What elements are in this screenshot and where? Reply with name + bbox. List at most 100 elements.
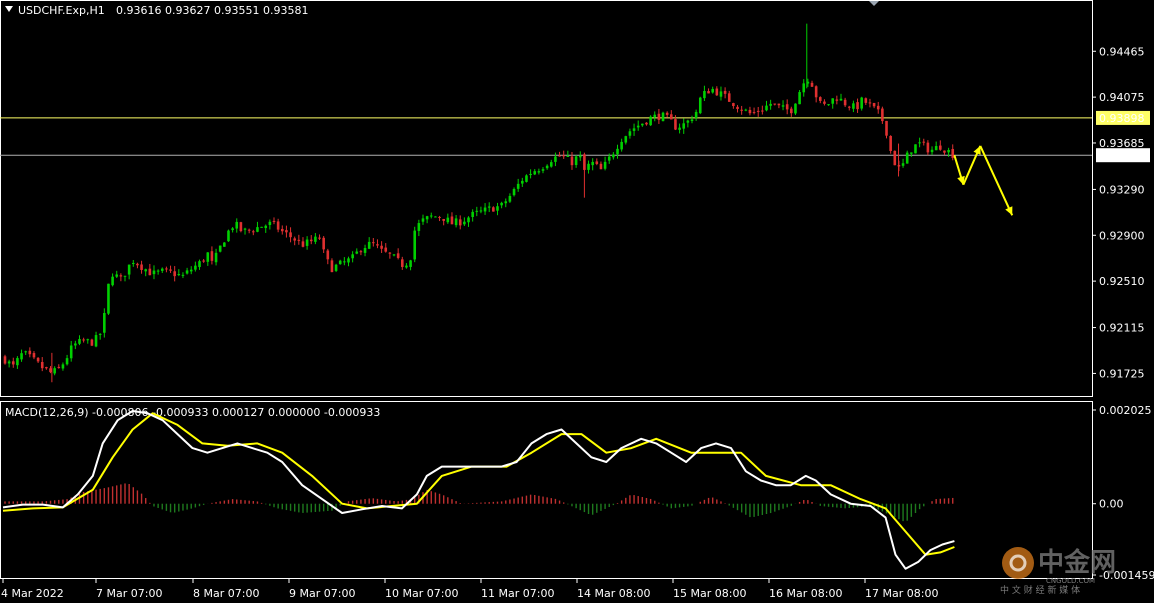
symbol-label: USDCHF.Exp,H1 [18, 4, 105, 17]
macd-tick-label: 0.002025 [1099, 404, 1152, 417]
candle [781, 100, 785, 111]
candle [409, 259, 412, 271]
candle [636, 120, 640, 131]
candle [144, 268, 148, 277]
time-tick-label: 4 Mar 2022 [1, 587, 64, 600]
price-tick-label: 0.92510 [1099, 275, 1145, 288]
candle [359, 250, 363, 256]
candle [367, 237, 371, 250]
candle [641, 123, 644, 127]
projection-arrow-2[interactable] [962, 145, 982, 186]
candle [65, 354, 69, 366]
cngold-watermark: 中金网 CNGOLD.COM 中 文 财 经 新 媒 体 [998, 525, 1148, 596]
candle [78, 335, 81, 346]
candle [674, 115, 677, 131]
candle [649, 115, 652, 126]
candle [173, 266, 176, 282]
watermark-tagline: 中 文 财 经 新 媒 体 [1000, 584, 1080, 595]
candle [417, 219, 421, 237]
candle [252, 229, 255, 236]
candle [628, 128, 632, 139]
candle [454, 215, 458, 228]
chart-canvas[interactable]: USDCHF.Exp,H1 0.93616 0.93627 0.93551 0.… [0, 0, 1154, 603]
candle [831, 98, 835, 109]
candle [595, 158, 599, 166]
candle [181, 272, 185, 279]
candle [653, 111, 657, 122]
candle [314, 233, 317, 245]
candle [256, 221, 259, 233]
candle [318, 234, 321, 240]
candle [951, 144, 955, 161]
candle [574, 155, 578, 168]
candle [227, 229, 230, 242]
candle [549, 159, 553, 168]
candle [661, 111, 665, 122]
candle [57, 364, 61, 369]
candle [500, 201, 503, 209]
dropdown-triangle-icon[interactable] [5, 6, 13, 12]
candle [206, 252, 210, 266]
time-axis: 4 Mar 2022 7 Mar 07:00 8 Mar 07:00 9 Mar 07… [1, 579, 938, 600]
time-tick-label: 17 Mar 08:00 [865, 587, 938, 600]
candle [521, 177, 524, 187]
candle [20, 349, 23, 362]
candle [479, 206, 483, 214]
candle [578, 151, 582, 161]
candle [140, 260, 143, 274]
candle [293, 236, 296, 246]
macd-tick-label: 0.00 [1099, 498, 1124, 511]
candle [794, 103, 797, 116]
macd-readout: MACD(12,26,9) -0.000806 -0.000933 0.0001… [5, 406, 380, 419]
candle [11, 357, 15, 368]
candle [512, 187, 516, 197]
candle [305, 236, 309, 250]
projection-arrows [953, 145, 1014, 216]
candle [189, 266, 193, 275]
candle [268, 219, 272, 230]
candle [123, 275, 127, 282]
macd-lines [2, 410, 955, 570]
candle [603, 156, 607, 171]
candle [802, 79, 806, 97]
candle [657, 108, 661, 124]
candle [814, 85, 818, 103]
candle [827, 104, 830, 106]
candle [632, 123, 636, 136]
candle [3, 354, 7, 365]
candle [537, 168, 541, 175]
candle [7, 359, 11, 368]
projection-arrow-1[interactable] [953, 154, 965, 186]
candle [45, 366, 48, 370]
candle [943, 150, 946, 156]
watermark-domain: CNGOLD.COM [1046, 577, 1095, 585]
candle [612, 152, 615, 160]
candle [392, 254, 396, 257]
candle [839, 93, 843, 101]
candle [32, 351, 36, 360]
candle [438, 215, 441, 222]
candle [152, 265, 156, 280]
candle [727, 90, 731, 102]
candle [276, 218, 280, 233]
candle [413, 226, 417, 263]
candle [682, 118, 686, 134]
candle [107, 283, 110, 315]
projection-arrow-3[interactable] [979, 145, 1014, 216]
candle [98, 333, 102, 340]
candle [40, 357, 44, 372]
candle [765, 100, 768, 112]
candle [165, 266, 168, 273]
candle [185, 267, 189, 275]
candle [707, 88, 710, 94]
scroll-marker-icon[interactable] [869, 1, 879, 6]
candle [905, 150, 909, 164]
candle [94, 331, 98, 348]
candle [487, 202, 491, 213]
candle [82, 337, 85, 343]
candle [545, 164, 549, 170]
candle [761, 105, 764, 115]
candle [690, 115, 694, 124]
price-tick-label: 0.92115 [1099, 322, 1145, 335]
candle [698, 96, 702, 115]
